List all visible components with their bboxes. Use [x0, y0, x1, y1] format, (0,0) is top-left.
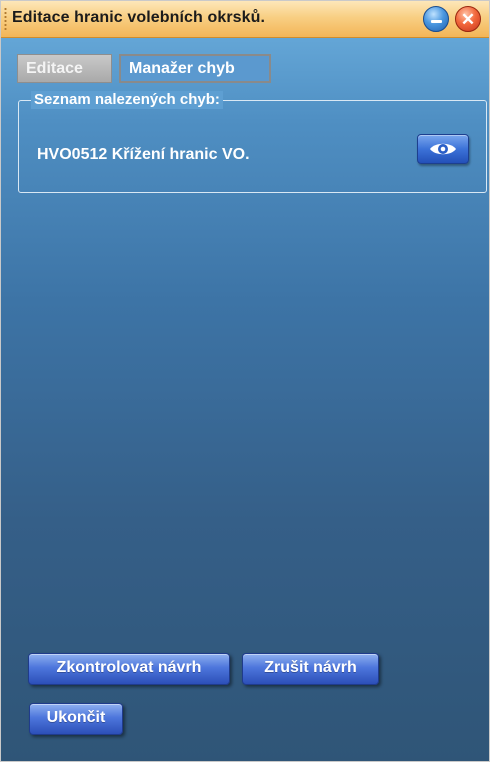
cancel-design-button[interactable]: Zrušit návrh	[242, 653, 379, 685]
tab-label: Editace	[26, 60, 83, 77]
exit-button[interactable]: Ukončit	[29, 703, 123, 735]
title-bar[interactable]: Editace hranic volebních okrsků. ✕	[1, 1, 489, 38]
drag-grip-icon[interactable]	[4, 7, 7, 31]
eye-icon	[430, 143, 456, 155]
tab-manazer-chyb[interactable]: Manažer chyb	[119, 54, 271, 83]
editor-window: Editace hranic volebních okrsků. ✕ Edita…	[0, 0, 490, 762]
check-design-button[interactable]: Zkontrolovat návrh	[28, 653, 230, 685]
close-icon: ✕	[460, 9, 476, 29]
show-error-button[interactable]	[417, 134, 469, 164]
error-list-legend: Seznam nalezených chyb:	[31, 91, 223, 109]
minimize-button[interactable]	[423, 6, 449, 32]
minimize-icon	[430, 19, 442, 23]
window-title: Editace hranic volebních okrsků.	[12, 9, 266, 26]
error-item-text[interactable]: HVO0512 Křížení hranic VO.	[37, 146, 250, 164]
tab-editace[interactable]: Editace	[17, 54, 112, 83]
close-button[interactable]: ✕	[455, 6, 481, 32]
tab-label: Manažer chyb	[129, 60, 235, 77]
